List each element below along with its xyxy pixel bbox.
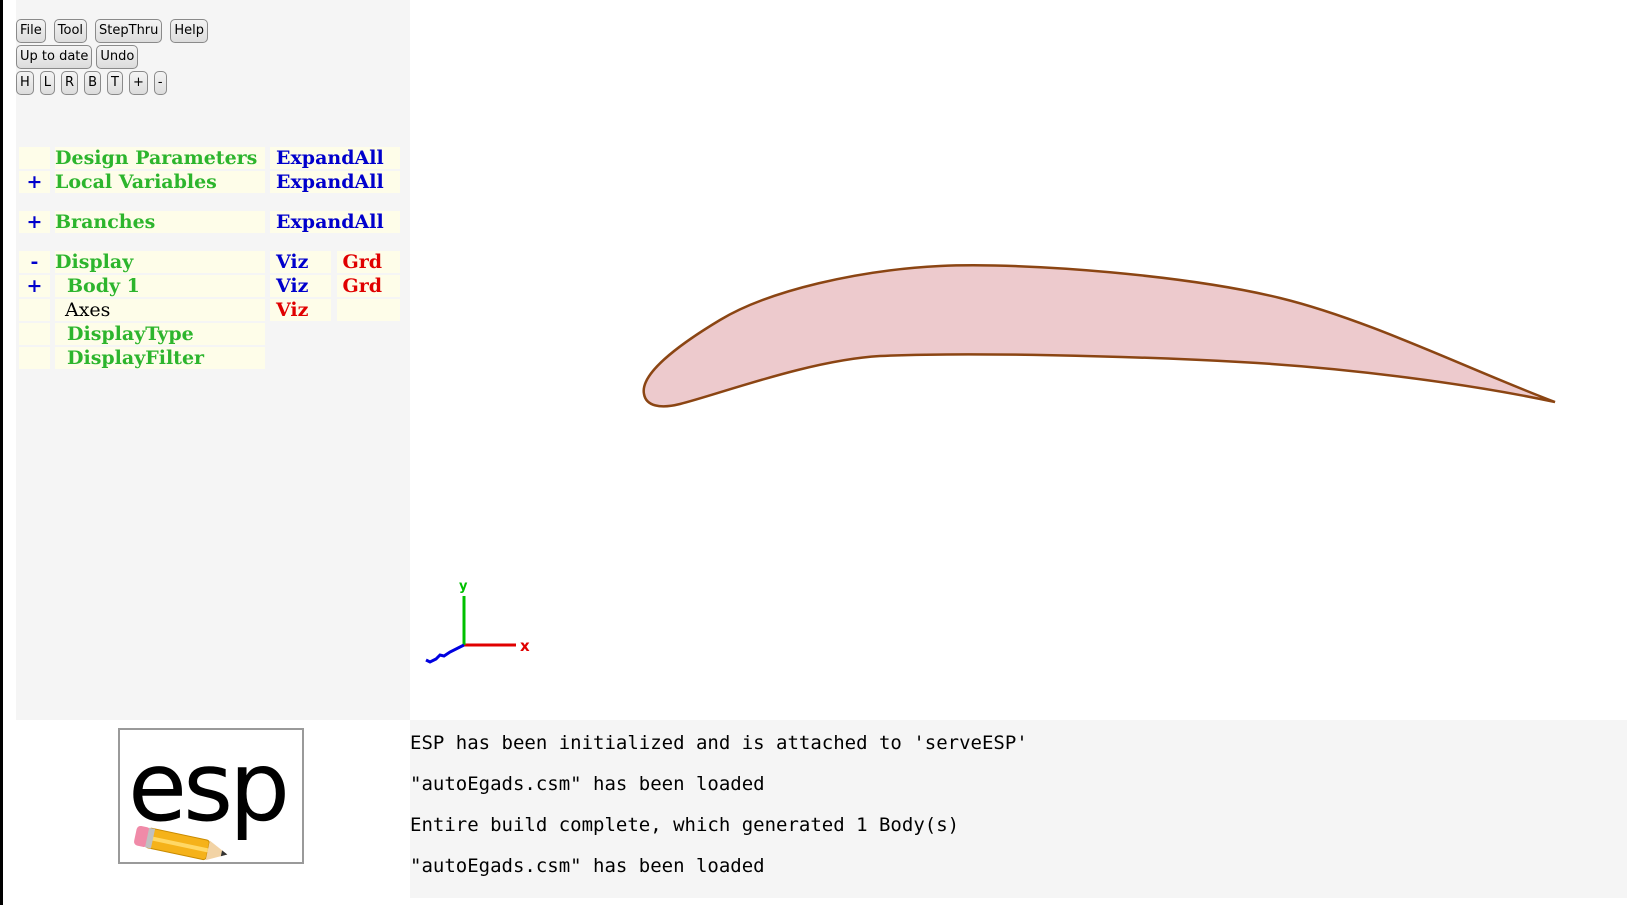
z-axis-line [425, 643, 465, 664]
tree-toggle-local-variables[interactable]: + [19, 171, 50, 193]
tree-label-body1[interactable]: Body 1 [55, 275, 265, 297]
graphics-viewport[interactable]: x y [410, 0, 1627, 720]
message-line: "autoEgads.csm" has been loaded [410, 855, 765, 877]
tree-panel: Design Parameters ExpandAll + Local Vari… [19, 145, 400, 371]
tree-label-axes: Axes [55, 299, 265, 321]
expandall-local-variables[interactable]: ExpandAll [270, 171, 400, 193]
tree-row-display-filter: DisplayFilter [19, 347, 400, 369]
grd-display[interactable]: Grd [336, 251, 400, 273]
stepthru-button[interactable]: StepThru [95, 19, 163, 43]
view-home-button[interactable]: H [16, 71, 34, 95]
message-log: ESP has been initialized and is attached… [410, 720, 1627, 898]
message-line: ESP has been initialized and is attached… [410, 732, 1028, 754]
tree-row-body1: + Body 1 Viz Grd [19, 275, 400, 297]
view-right-button[interactable]: R [61, 71, 79, 95]
airfoil-shape[interactable] [642, 264, 1556, 408]
tree-toggle-display[interactable]: - [19, 251, 50, 273]
tree-row-display: - Display Viz Grd [19, 251, 400, 273]
build-bar: Up to date Undo [16, 45, 142, 69]
help-button[interactable]: Help [170, 19, 209, 43]
viz-body1[interactable]: Viz [270, 275, 332, 297]
tree-label-display-filter[interactable]: DisplayFilter [55, 347, 265, 369]
tree-toggle-branches[interactable]: + [19, 211, 50, 233]
viz-display[interactable]: Viz [270, 251, 332, 273]
tree-toggle-body1[interactable]: + [19, 275, 50, 297]
undo-button[interactable]: Undo [96, 45, 139, 69]
x-axis-label: x [520, 637, 530, 655]
grd-body1[interactable]: Grd [336, 275, 400, 297]
view-top-button[interactable]: T [107, 71, 123, 95]
expandall-branches[interactable]: ExpandAll [270, 211, 400, 233]
tree-toggle [19, 147, 50, 169]
tree-label-display[interactable]: Display [55, 251, 265, 273]
viewport-canvas[interactable]: x y [410, 0, 1627, 720]
file-button[interactable]: File [16, 19, 46, 43]
message-line: "autoEgads.csm" has been loaded [410, 773, 765, 795]
tree-row-axes: Axes Viz [19, 299, 400, 321]
tree-label-branches[interactable]: Branches [55, 211, 265, 233]
view-left-button[interactable]: L [39, 71, 56, 95]
up-to-date-button[interactable]: Up to date [16, 45, 93, 69]
tree-row-branches: + Branches ExpandAll [19, 211, 400, 233]
zoom-in-button[interactable]: + [128, 71, 148, 95]
expandall-design-parameters[interactable]: ExpandAll [270, 147, 400, 169]
logo-text: esp [128, 731, 286, 843]
tree-label-local-variables[interactable]: Local Variables [55, 171, 265, 193]
tree-row-design-parameters: Design Parameters ExpandAll [19, 147, 400, 169]
tree-row-display-type: DisplayType [19, 323, 400, 345]
view-bottom-button[interactable]: B [84, 71, 101, 95]
menu-bar: File Tool StepThru Help [16, 19, 216, 43]
esp-logo: esp [118, 728, 304, 864]
viz-axes[interactable]: Viz [270, 299, 332, 321]
zoom-out-button[interactable]: - [153, 71, 167, 95]
message-line: Entire build complete, which generated 1… [410, 814, 960, 836]
tree-label-display-type[interactable]: DisplayType [55, 323, 265, 345]
y-axis-label: y [459, 579, 468, 594]
left-panel: File Tool StepThru Help Up to date Undo … [16, 0, 410, 720]
tool-button[interactable]: Tool [53, 19, 88, 43]
tree-row-local-variables: + Local Variables ExpandAll [19, 171, 400, 193]
tree-label-design-parameters[interactable]: Design Parameters [55, 147, 265, 169]
window-left-border [0, 0, 3, 905]
view-bar: H L R B T + - [16, 71, 173, 95]
